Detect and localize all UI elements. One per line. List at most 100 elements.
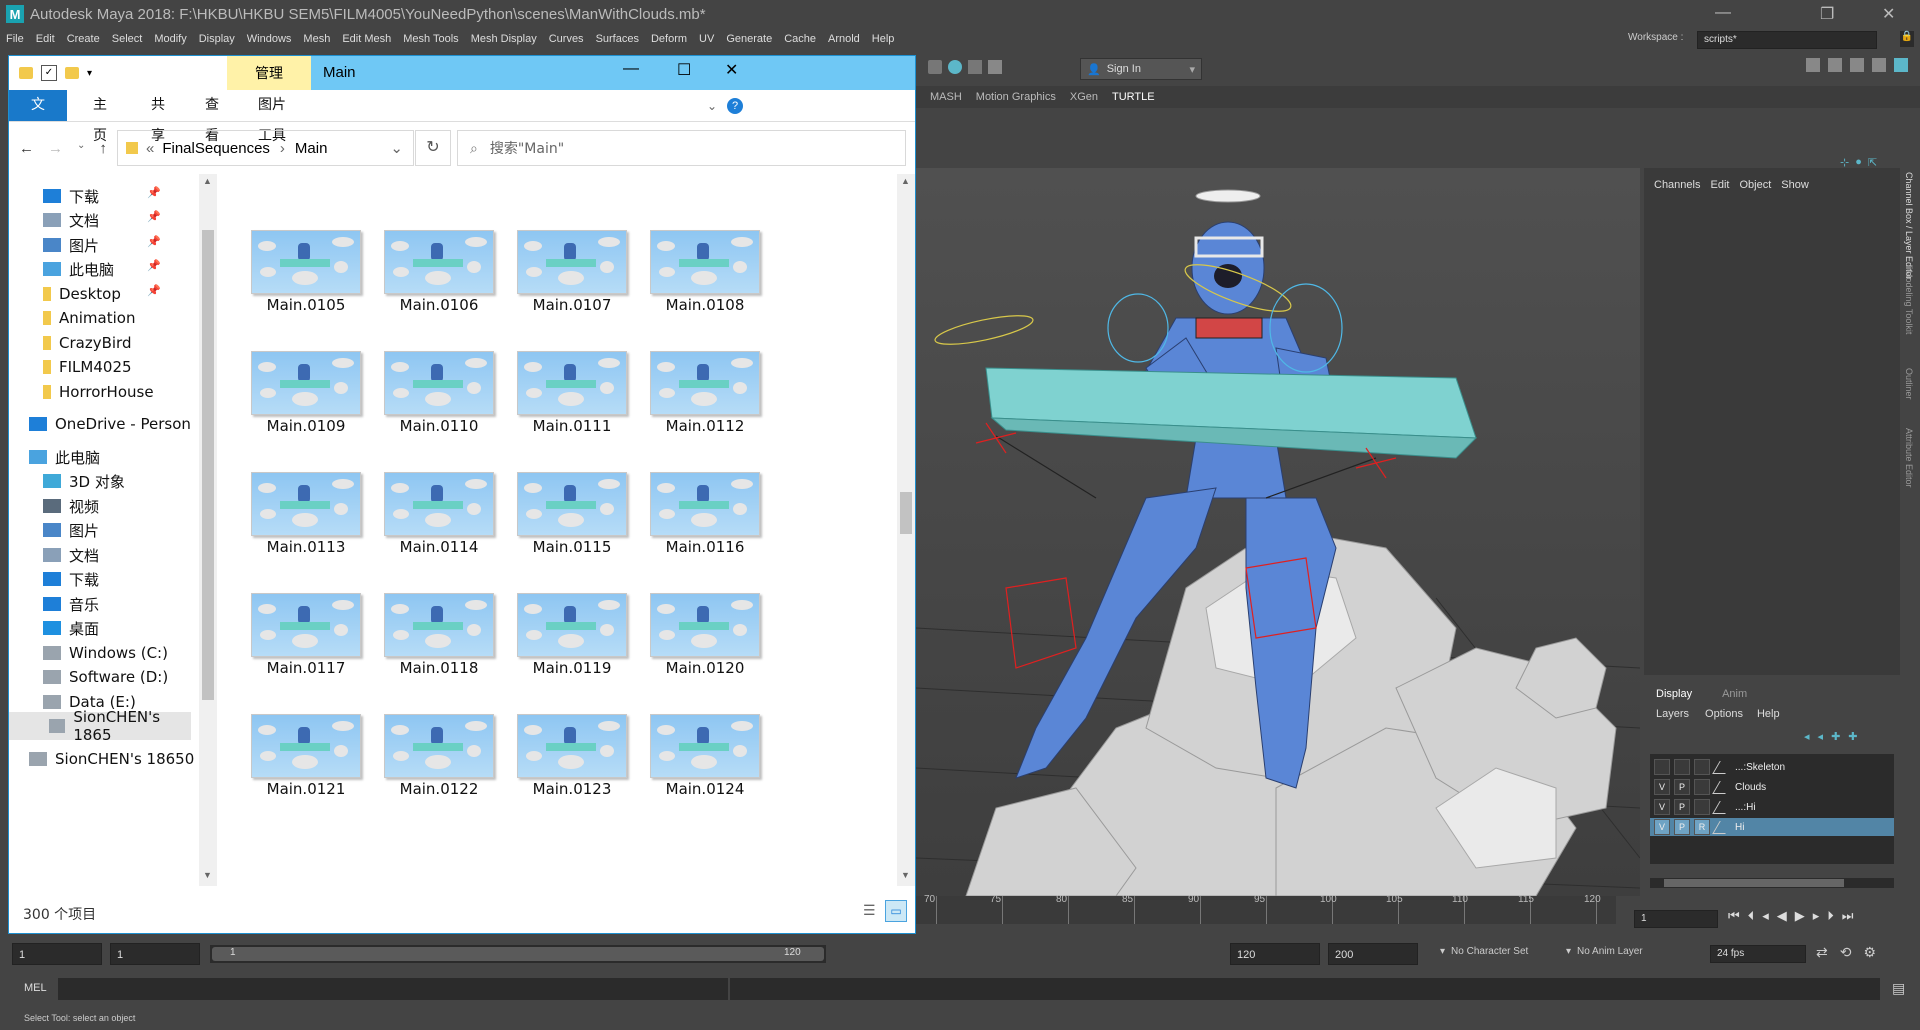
new-layer-icon[interactable]: ✚ (1831, 730, 1840, 744)
ribbon-tab-4[interactable]: 查看 (185, 90, 239, 144)
file-item[interactable]: Main.0119 (503, 579, 643, 689)
file-item[interactable]: Main.0123 (503, 700, 643, 810)
new-folder-icon[interactable] (65, 67, 79, 79)
go-to-start-icon[interactable]: ⏮ (1728, 908, 1740, 928)
help-icon[interactable]: ? (727, 98, 744, 114)
file-item[interactable]: Main.0124 (636, 700, 776, 810)
tab-display[interactable]: Display (1656, 688, 1692, 708)
hypershade-icon[interactable] (988, 60, 1002, 74)
lock-icon[interactable]: 🔒 (1900, 31, 1914, 47)
refresh-icon[interactable]: ↻ (415, 130, 451, 166)
file-item[interactable]: Main.0121 (237, 700, 377, 810)
close-icon[interactable]: ✕ (725, 60, 738, 80)
file-item[interactable]: Main.0116 (636, 458, 776, 568)
layer-v-toggle[interactable]: V (1654, 799, 1670, 815)
minimize-icon[interactable]: — (623, 60, 639, 78)
auto-key-icon[interactable]: ⟲ (1840, 944, 1852, 964)
menu-select[interactable]: Select (112, 33, 143, 45)
nav-item[interactable]: 文档 (43, 206, 99, 234)
layer-row[interactable]: V P R Hi (1650, 818, 1894, 836)
layer-r-toggle[interactable] (1694, 759, 1710, 775)
time-slider[interactable]: 70 75 80 85 90 95 100 105 110 115 120 1 ⏮ ⏴ ◂ ◀ ▶ … (916, 894, 1920, 936)
nav-item[interactable]: OneDrive - Person (29, 410, 191, 438)
menu-mesh-tools[interactable]: Mesh Tools (403, 33, 458, 45)
maximize-icon[interactable]: ☐ (677, 60, 691, 80)
pin-icon[interactable]: 📌 (147, 186, 161, 199)
nav-item[interactable]: FILM4025 (43, 353, 132, 381)
content-scrollbar[interactable]: ▲ ▼ (897, 174, 915, 886)
chevron-down-icon[interactable]: ⌄ (390, 139, 403, 157)
menu-create[interactable]: Create (67, 33, 100, 45)
layer-r-toggle[interactable] (1694, 799, 1710, 815)
workspace-select[interactable]: scripts* (1697, 31, 1877, 49)
sphere-icon[interactable]: ● (1855, 156, 1862, 170)
layer-v-toggle[interactable]: V (1654, 779, 1670, 795)
file-item[interactable]: Main.0107 (503, 216, 643, 326)
nav-item[interactable]: 桌面 (43, 614, 99, 642)
layer-color-swatch[interactable] (1712, 780, 1733, 794)
menu-windows[interactable]: Windows (247, 33, 292, 45)
anim-prefs-icon[interactable]: ⚙ (1863, 944, 1876, 964)
menu-help[interactable]: Help (872, 33, 895, 45)
fps-select[interactable]: 24 fps (1710, 945, 1806, 963)
options-menu[interactable]: Options (1705, 708, 1743, 724)
vertical-tab-1[interactable]: Channel Box / Layer Editor (1904, 172, 1914, 280)
close-icon[interactable]: ✕ (1882, 4, 1895, 24)
layer-r-toggle[interactable]: R (1694, 819, 1710, 835)
nav-item[interactable]: Animation (43, 304, 135, 332)
tab-manage[interactable]: 管理 (227, 56, 311, 90)
layer-color-swatch[interactable] (1712, 800, 1733, 814)
file-item[interactable]: Main.0105 (237, 216, 377, 326)
file-item[interactable]: Main.0112 (636, 337, 776, 447)
navigation-pane[interactable]: 下载 📌 文档 📌 图片 📌 此电脑 📌 Desktop 📌 Animation CrazyBird F… (9, 174, 221, 886)
channel-box-menu-object[interactable]: Object (1739, 179, 1771, 191)
menu-file[interactable]: File (6, 33, 24, 45)
layer-row[interactable]: ...:Skeleton (1650, 758, 1894, 776)
step-back-key-icon[interactable]: ◂ (1762, 908, 1769, 928)
nav-item[interactable]: 3D 对象 (43, 467, 125, 495)
new-layer-selected-icon[interactable]: ✚ (1848, 730, 1857, 744)
axis-icon[interactable]: ⊹ (1840, 156, 1849, 170)
step-forward-key-icon[interactable]: ▸ (1813, 908, 1820, 928)
viewport-3d[interactable] (916, 168, 1640, 896)
channel-box-menu-channels[interactable]: Channels (1654, 179, 1700, 191)
playback-end-field[interactable]: 120 (1230, 943, 1320, 965)
character-set-menu[interactable]: ▾ No Character Set (1440, 946, 1560, 957)
menu-surfaces[interactable]: Surfaces (596, 33, 639, 45)
channel-box[interactable] (1644, 168, 1900, 675)
layer-row[interactable]: V P ...:Hi (1650, 798, 1894, 816)
modeling-toolkit-icon[interactable] (1806, 58, 1820, 72)
file-item[interactable]: Main.0117 (237, 579, 377, 689)
nav-scrollbar[interactable]: ▲ ▼ (199, 174, 217, 886)
details-view-icon[interactable]: ☰ (863, 902, 879, 918)
layer-color-swatch[interactable] (1712, 760, 1733, 774)
expand-icon[interactable]: ⇱ (1868, 156, 1877, 170)
file-item[interactable]: Main.0106 (370, 216, 510, 326)
file-grid[interactable]: Main.0105 Main.0106 Main.0107 Main.0108 Main… (221, 174, 915, 886)
anim-layer-menu[interactable]: ▾ No Anim Layer (1566, 946, 1686, 957)
breadcrumb-overflow[interactable]: « (146, 140, 154, 157)
render-icon[interactable] (928, 60, 942, 74)
ribbon-tab-5[interactable]: 图片工具 (237, 90, 307, 144)
properties-icon[interactable]: ✓ (41, 65, 57, 81)
move-layer-down-icon[interactable]: ◂ (1818, 730, 1824, 744)
file-item[interactable]: Main.0110 (370, 337, 510, 447)
shelf-tab-motion-graphics[interactable]: Motion Graphics (976, 91, 1056, 103)
back-arrow-icon[interactable]: ← (19, 140, 34, 158)
layer-color-swatch[interactable] (1712, 820, 1733, 834)
mel-input[interactable] (58, 978, 728, 1000)
menu-edit[interactable]: Edit (36, 33, 55, 45)
step-back-frame-icon[interactable]: ⏴ (1748, 908, 1755, 928)
attribute-editor-icon[interactable] (1850, 58, 1864, 72)
large-icons-view-icon[interactable]: ▭ (885, 900, 907, 922)
pin-icon[interactable]: 📌 (147, 210, 161, 223)
file-item[interactable]: Main.0111 (503, 337, 643, 447)
menu-mesh[interactable]: Mesh (303, 33, 330, 45)
chevron-down-icon[interactable]: ▾ (87, 68, 92, 79)
play-forwards-icon[interactable]: ▶ (1795, 908, 1805, 928)
playback-start-field[interactable]: 1 (110, 943, 200, 965)
range-slider[interactable]: 1 120 (210, 945, 826, 963)
file-item[interactable]: Main.0122 (370, 700, 510, 810)
recent-chevron-icon[interactable]: ⌄ (77, 140, 85, 158)
breadcrumb-main[interactable]: Main (295, 140, 328, 157)
